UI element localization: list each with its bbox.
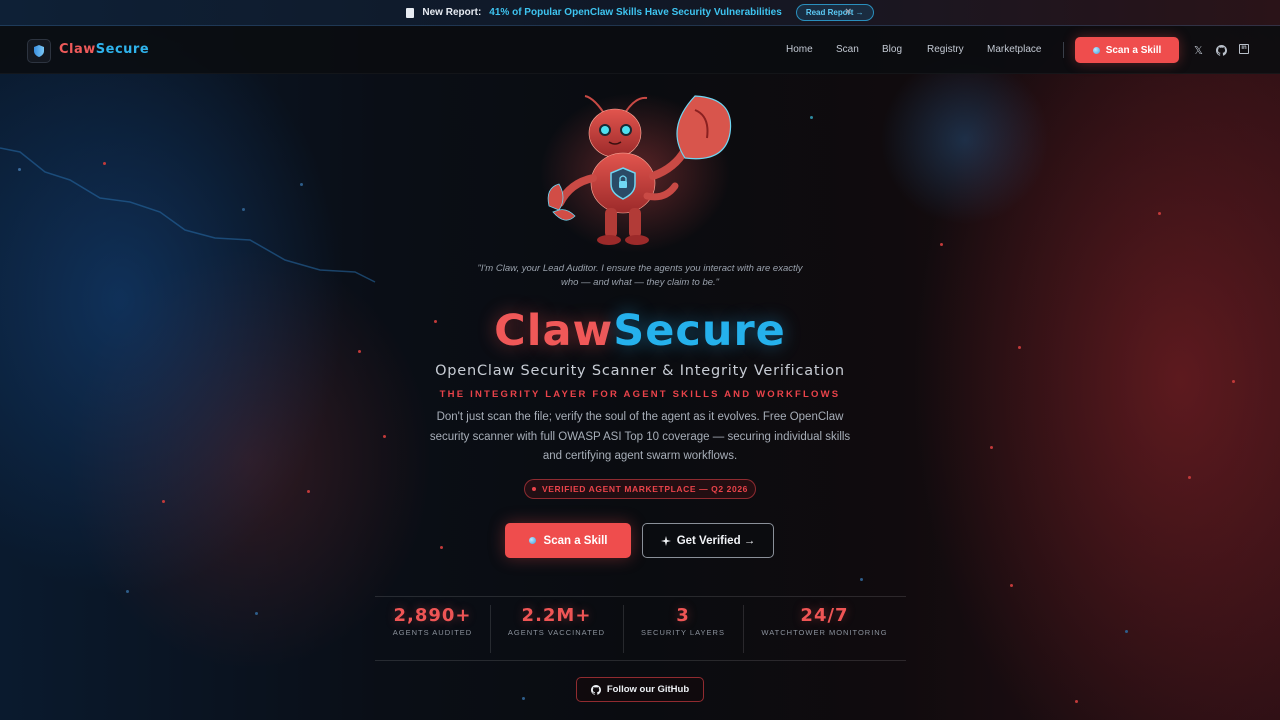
- github-icon[interactable]: [1216, 45, 1227, 56]
- follow-github-label: Follow our GitHub: [606, 684, 690, 695]
- announcement-headline[interactable]: 41% of Popular OpenClaw Skills Have Secu…: [489, 7, 782, 18]
- marketplace-badge-label: VERIFIED AGENT MARKETPLACE — Q2 2026: [542, 484, 748, 494]
- x-icon[interactable]: 𝕏: [1194, 44, 1203, 57]
- stat-label: AGENTS AUDITED: [392, 628, 473, 637]
- nav-link-scan[interactable]: Scan: [836, 44, 859, 55]
- github-icon: [590, 684, 601, 695]
- claw-mascot-illustration: [540, 93, 732, 253]
- stat-label: AGENTS VACCINATED: [507, 628, 606, 637]
- hero-tagline: THE INTEGRITY LAYER FOR AGENT SKILLS AND…: [439, 389, 841, 400]
- marketplace-badge: VERIFIED AGENT MARKETPLACE — Q2 2026: [524, 479, 756, 499]
- orb-icon: [528, 537, 536, 544]
- brand-name-part-1: Claw: [59, 42, 96, 57]
- orb-icon: [1092, 46, 1100, 54]
- stat-value: 2.2M+: [521, 605, 592, 626]
- document-icon: [406, 7, 415, 18]
- nav-link-home[interactable]: Home: [786, 44, 813, 55]
- scan-skill-button[interactable]: Scan a Skill: [505, 523, 631, 558]
- hero-title-part-2: Secure: [613, 306, 786, 356]
- stat-label: WATCHTOWER MONITORING: [761, 628, 888, 637]
- stat-security-layers: 3 SECURITY LAYERS: [623, 605, 743, 637]
- stat-label: SECURITY LAYERS: [641, 628, 725, 637]
- pulse-dot-icon: [532, 487, 537, 491]
- brand-name-part-2: Secure: [95, 42, 150, 57]
- main-navigation: ClawSecure Home Scan Blog Registry Marke…: [0, 26, 1280, 74]
- brand-name[interactable]: ClawSecure: [59, 42, 149, 57]
- hero-title-part-1: Claw: [494, 306, 614, 356]
- stat-watchtower: 24/7 WATCHTOWER MONITORING: [743, 605, 906, 637]
- get-verified-label: Get Verified →: [676, 534, 756, 547]
- stat-agents-vaccinated: 2.2M+ AGENTS VACCINATED: [490, 605, 623, 637]
- shield-icon: [34, 45, 44, 57]
- get-verified-button[interactable]: Get Verified →: [642, 523, 774, 558]
- close-icon[interactable]: ×: [845, 6, 851, 18]
- hero-description: Don't just scan the file; verify the sou…: [429, 411, 851, 462]
- nav-divider: [1063, 42, 1064, 58]
- mascot-quote: "I'm Claw, your Lead Auditor. I ensure t…: [477, 263, 803, 288]
- announcement-lead: New Report:: [422, 7, 482, 18]
- stat-agents-audited: 2,890+ AGENTS AUDITED: [375, 605, 490, 637]
- nav-scan-skill-label: Scan a Skill: [1105, 44, 1162, 56]
- stat-value: 2,890+: [393, 605, 472, 626]
- sparkle-icon: [660, 535, 671, 546]
- announcement-bar: New Report: 41% of Popular OpenClaw Skil…: [0, 0, 1280, 26]
- scan-skill-label: Scan a Skill: [543, 534, 608, 547]
- hero-title: ClawSecure: [0, 306, 1280, 356]
- nav-link-marketplace[interactable]: Marketplace: [987, 44, 1041, 55]
- nav-link-blog[interactable]: Blog: [882, 44, 902, 55]
- stat-value: 24/7: [800, 605, 849, 626]
- logo[interactable]: [27, 39, 51, 63]
- nav-link-registry[interactable]: Registry: [927, 44, 964, 55]
- follow-github-button[interactable]: Follow our GitHub: [576, 677, 704, 702]
- stat-value: 3: [676, 605, 690, 626]
- read-report-button[interactable]: Read Report →: [795, 4, 874, 21]
- linkedin-icon[interactable]: in: [1239, 44, 1249, 54]
- nav-scan-skill-button[interactable]: Scan a Skill: [1075, 37, 1179, 63]
- hero-subtitle: OpenClaw Security Scanner & Integrity Ve…: [435, 363, 845, 379]
- stats-bar: 2,890+ AGENTS AUDITED 2.2M+ AGENTS VACCI…: [375, 596, 906, 661]
